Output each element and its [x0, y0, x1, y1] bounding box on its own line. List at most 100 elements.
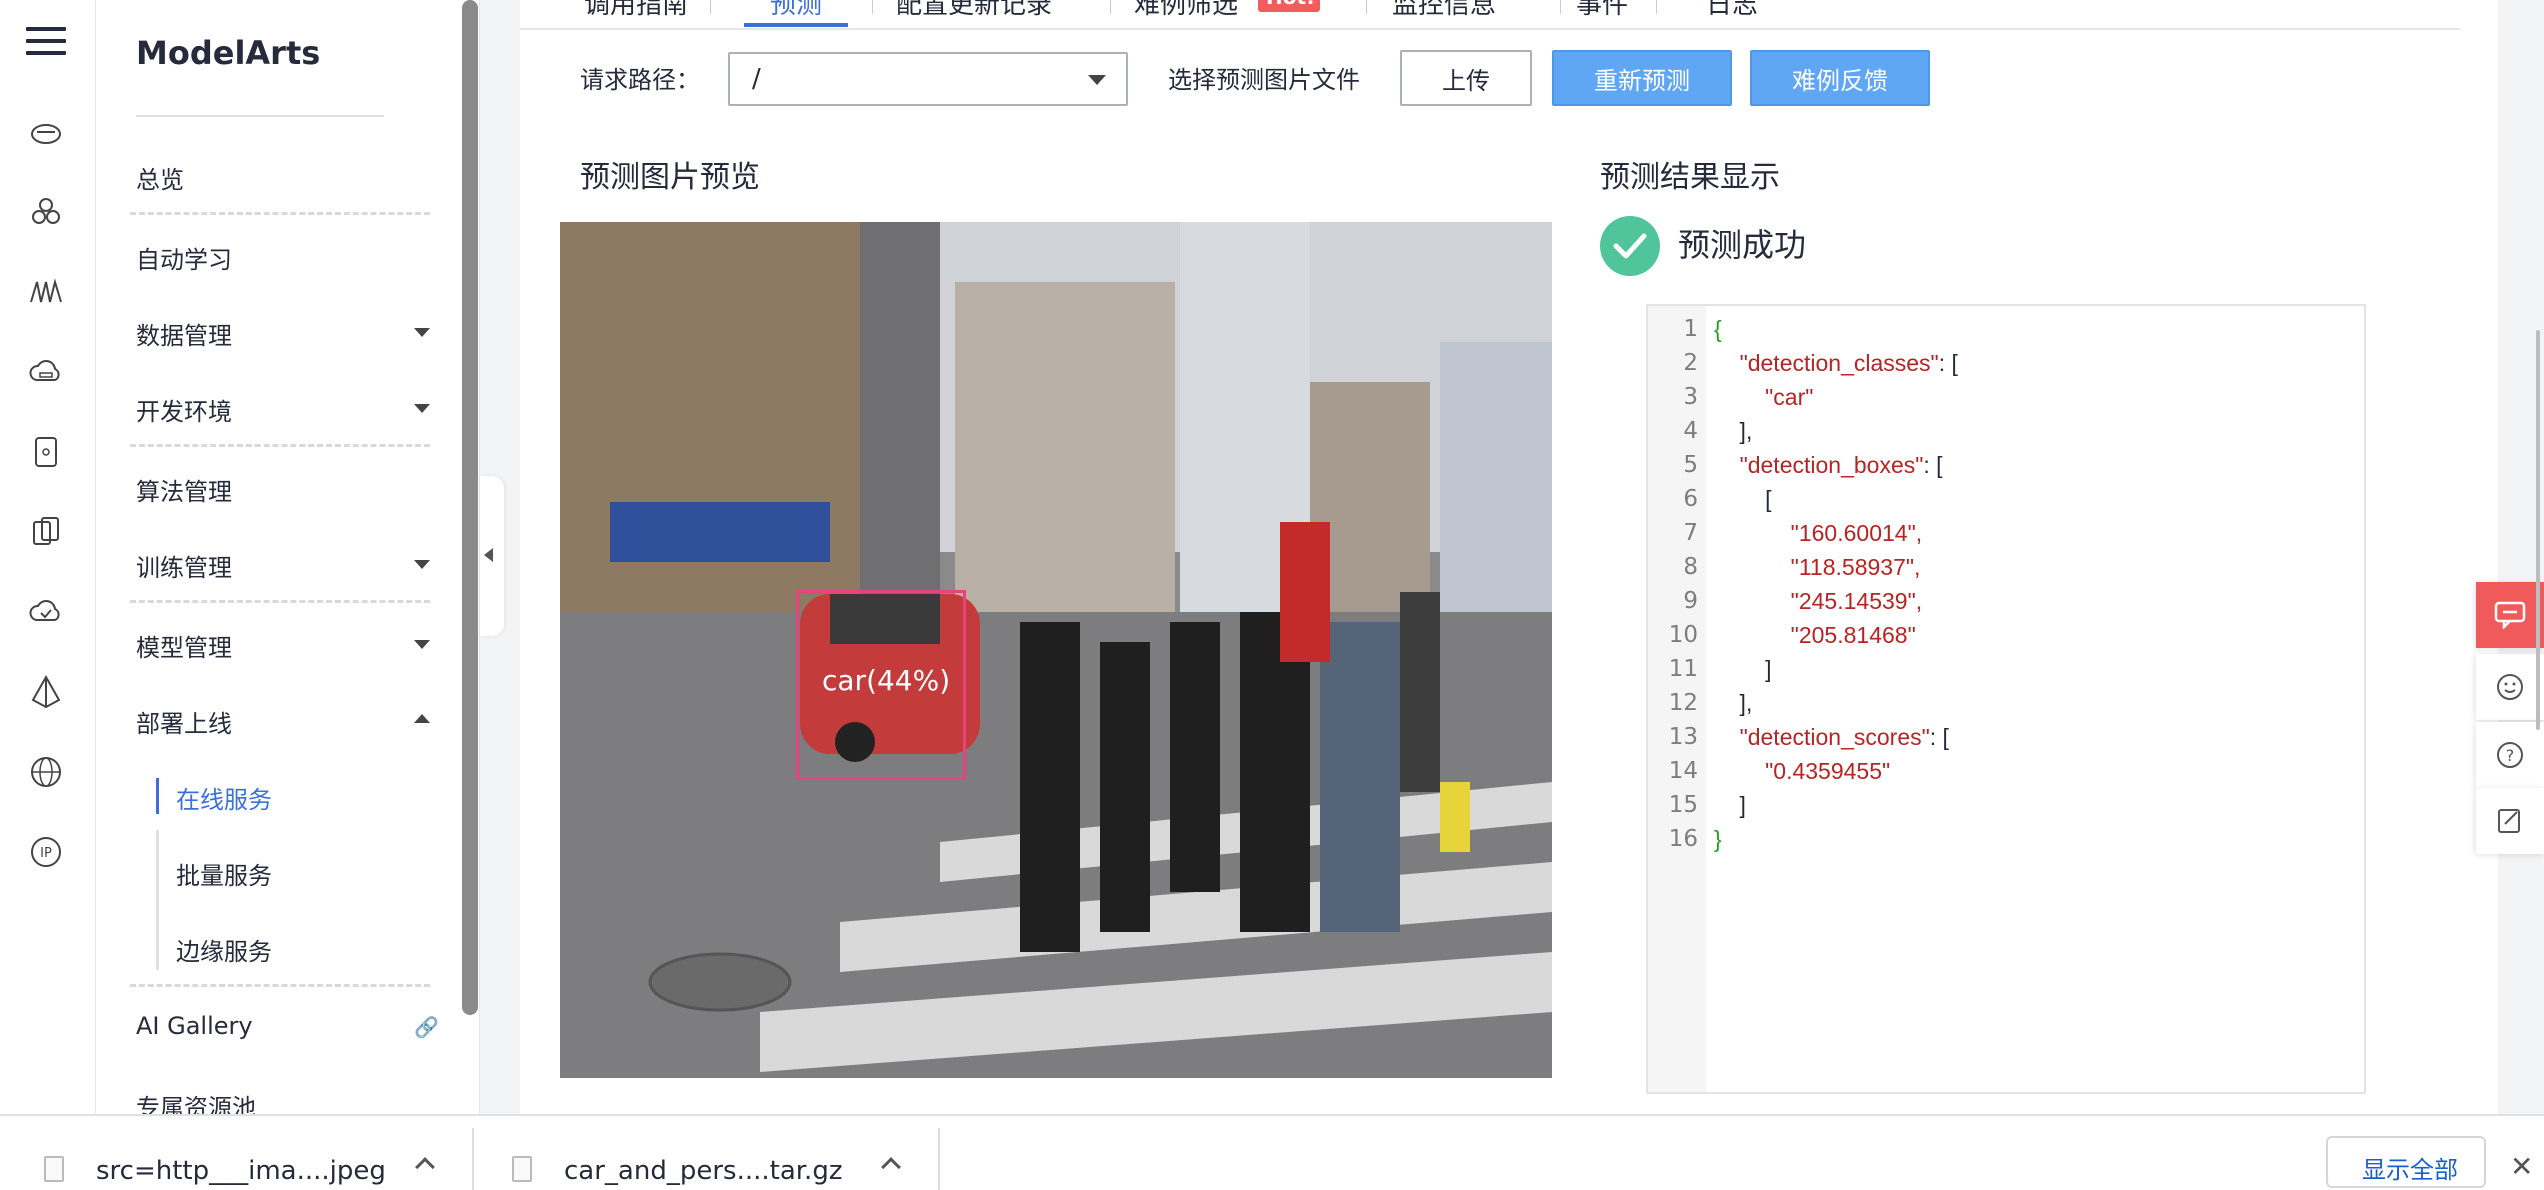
cloud-service-icon[interactable]	[28, 114, 64, 150]
code-line: {	[1714, 316, 1722, 342]
tab-hard-examples[interactable]: 难例筛选	[1134, 0, 1238, 21]
repredict-button[interactable]: 重新预测	[1552, 50, 1732, 106]
sidebar-item-model[interactable]: 模型管理	[136, 628, 232, 663]
chevron-down-icon[interactable]	[414, 404, 430, 413]
success-status: 预测成功	[1678, 226, 1807, 264]
globe-icon[interactable]	[28, 754, 64, 790]
sidebar-item-data[interactable]: 数据管理	[136, 316, 232, 351]
cloud-check-icon[interactable]	[28, 594, 64, 630]
path-select[interactable]: /	[728, 52, 1128, 106]
chevron-up-icon[interactable]	[414, 714, 430, 723]
help-button[interactable]: ?	[2476, 722, 2544, 788]
feedback-button[interactable]: 难例反馈	[1750, 50, 1930, 106]
tab-logs[interactable]: 日志	[1706, 0, 1758, 21]
waveform-icon[interactable]	[28, 274, 64, 310]
sidebar-item-gallery[interactable]: AI Gallery	[136, 1012, 253, 1040]
path-select-value: /	[752, 64, 761, 94]
external-link-icon[interactable]: 🔗	[414, 1015, 439, 1039]
edit-icon	[2498, 809, 2520, 833]
download-filename: src=http___ima....jpeg	[96, 1156, 386, 1186]
tab-separator	[1560, 0, 1561, 14]
line-number: 11	[1668, 656, 1698, 682]
icon-rail: IP	[0, 0, 96, 1114]
line-number: 7	[1683, 520, 1698, 546]
tab-separator	[1366, 0, 1367, 14]
code-line: "car"	[1714, 384, 1814, 410]
line-number: 4	[1683, 418, 1698, 444]
copy-icon[interactable]	[28, 514, 64, 550]
pyramid-icon[interactable]	[28, 674, 64, 710]
divider	[938, 1128, 940, 1190]
line-number: 6	[1683, 486, 1698, 512]
prediction-image: car(44%)	[560, 222, 1552, 1078]
ip-icon[interactable]: IP	[28, 834, 64, 870]
code-line: "0.4359455"	[1714, 758, 1891, 784]
tab-separator	[872, 0, 873, 14]
svg-text:?: ?	[2506, 746, 2515, 765]
cloud-drive-icon[interactable]	[28, 354, 64, 390]
svg-text:IP: IP	[40, 846, 52, 861]
feedback-smile-button[interactable]	[2476, 654, 2544, 720]
help-icon: ?	[2497, 742, 2523, 768]
download-item[interactable]: src=http___ima....jpeg	[0, 1116, 470, 1190]
sidebar-item-autolearn[interactable]: 自动学习	[136, 240, 232, 275]
chevron-down-icon[interactable]	[414, 560, 430, 569]
sidebar-item-deploy[interactable]: 部署上线	[136, 704, 232, 739]
tab-guide[interactable]: 调用指南	[584, 0, 688, 21]
collapse-sidebar-button[interactable]	[480, 476, 504, 636]
document-icon[interactable]	[28, 434, 64, 470]
chevron-left-icon	[484, 548, 493, 562]
sidebar-item-algo[interactable]: 算法管理	[136, 472, 232, 507]
json-result-viewer[interactable]: 1 {2 "detection_classes": [3 "car" 4 ], 5 "…	[1646, 304, 2366, 1094]
chevron-down-icon[interactable]	[414, 640, 430, 649]
chat-button[interactable]	[2476, 582, 2544, 648]
sidebar-nav: ModelArts 总览 自动学习 数据管理 开发环境 算法管理 训练管理 模型…	[96, 0, 480, 1114]
close-icon[interactable]: ✕	[2510, 1150, 2533, 1183]
brand-title: ModelArts	[136, 34, 321, 72]
sidebar-item-devenv[interactable]: 开发环境	[136, 392, 232, 427]
edit-note-button[interactable]	[2476, 788, 2544, 854]
sidebar-item-pool[interactable]: 专属资源池	[136, 1088, 256, 1114]
sidebar-scrollbar[interactable]	[462, 0, 478, 1015]
divider	[130, 984, 430, 987]
hot-badge: Hot!	[1258, 0, 1320, 12]
code-line: "detection_boxes": [	[1739, 452, 1943, 478]
menu-icon[interactable]	[26, 22, 66, 62]
code-line: }	[1714, 826, 1722, 852]
upload-button[interactable]: 上传	[1400, 50, 1532, 106]
divider	[136, 115, 384, 117]
tab-events[interactable]: 事件	[1576, 0, 1628, 21]
sidebar-item-overview[interactable]: 总览	[136, 160, 184, 195]
divider	[130, 212, 430, 215]
sidebar-item-online[interactable]: 在线服务	[176, 780, 272, 815]
chevron-up-icon[interactable]	[881, 1157, 901, 1177]
page-scrollbar[interactable]	[2536, 330, 2540, 730]
show-all-label: 显示全部	[2362, 1156, 2458, 1184]
cluster-icon[interactable]	[28, 194, 64, 230]
success-check-icon	[1600, 216, 1660, 276]
show-all-button[interactable]: 显示全部	[2326, 1136, 2486, 1188]
image-file-icon	[44, 1156, 64, 1182]
line-number: 15	[1668, 792, 1698, 818]
divider	[130, 444, 430, 447]
active-tab-underline	[744, 23, 848, 27]
line-number: 5	[1683, 452, 1698, 478]
sub-nav-line	[156, 830, 159, 970]
code-line: "205.81468"	[1714, 622, 1916, 648]
chevron-down-icon	[1088, 75, 1106, 85]
sidebar-item-batch[interactable]: 批量服务	[176, 856, 272, 891]
sidebar-item-train[interactable]: 训练管理	[136, 548, 232, 583]
code-line: "detection_scores": [	[1739, 724, 1949, 750]
divider	[130, 600, 430, 603]
line-number: 16	[1668, 826, 1698, 852]
chevron-down-icon[interactable]	[414, 328, 430, 337]
tab-separator	[710, 0, 711, 14]
line-number: 2	[1683, 350, 1698, 376]
tab-monitoring[interactable]: 监控信息	[1392, 0, 1496, 21]
chevron-up-icon[interactable]	[415, 1157, 435, 1177]
download-item[interactable]: car_and_pers....tar.gz	[464, 1116, 934, 1190]
tab-config-history[interactable]: 配置更新记录	[896, 0, 1052, 21]
tab-predict[interactable]: 预测	[770, 0, 822, 21]
sidebar-item-edge[interactable]: 边缘服务	[176, 932, 272, 967]
download-filename: car_and_pers....tar.gz	[564, 1156, 843, 1186]
